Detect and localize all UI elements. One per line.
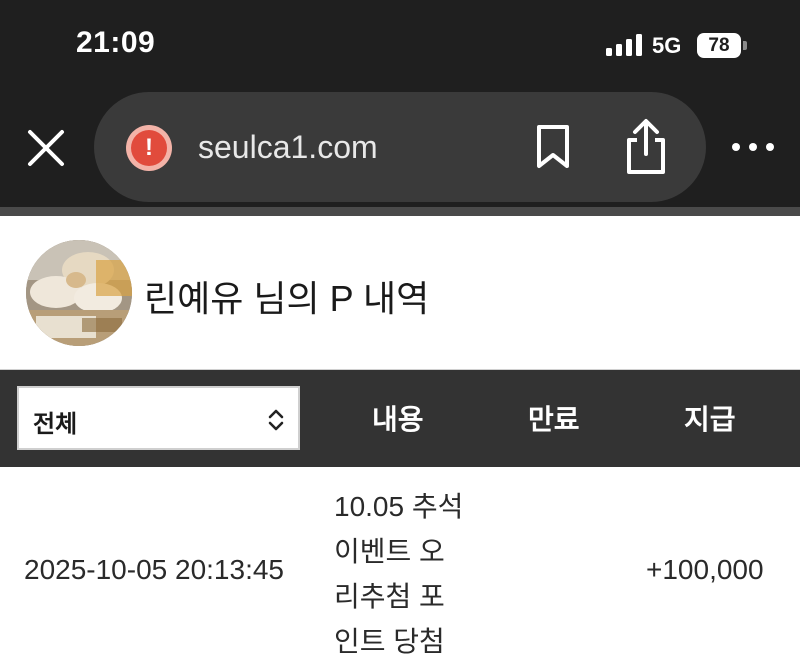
page-title: 린예유 님의 P 내역	[144, 278, 430, 319]
row-description-line: 이벤트 오	[334, 536, 445, 567]
filter-selected-value: 전체	[33, 411, 78, 438]
row-description-line: 리추첨 포	[334, 581, 445, 612]
column-header-expiry: 만료	[528, 404, 580, 435]
filter-select[interactable]: 전체	[17, 386, 300, 450]
row-date: 2025-10-05 20:13:45	[24, 554, 284, 585]
chrome-divider	[0, 207, 800, 216]
address-bar[interactable]	[94, 92, 706, 202]
column-header-amount: 지급	[684, 404, 736, 435]
share-icon	[627, 119, 665, 174]
chevron-updown-icon	[268, 409, 284, 431]
close-icon	[28, 130, 64, 166]
column-header-content: 내용	[372, 404, 424, 435]
row-amount: +100,000	[646, 554, 764, 585]
more-button[interactable]	[732, 140, 774, 154]
share-button[interactable]	[622, 118, 670, 176]
url-text[interactable]: seulca1.com	[198, 129, 378, 166]
signal-icon	[606, 34, 644, 56]
avatar	[26, 240, 132, 346]
browser-chrome: 21:09 5G 78 ! seulca1.com	[0, 0, 800, 207]
status-time: 21:09	[76, 26, 156, 59]
row-description: 10.05 추석 이벤트 오 리추첨 포 인트 당첨	[334, 484, 494, 658]
network-type: 5G	[652, 33, 682, 58]
avatar-image	[26, 240, 132, 346]
row-description-line: 10.05 추석	[334, 491, 464, 522]
bookmark-icon	[537, 125, 569, 168]
battery-tip	[743, 41, 747, 50]
bookmark-button[interactable]	[534, 124, 572, 170]
close-button[interactable]	[24, 126, 68, 170]
warning-icon[interactable]: !	[126, 125, 172, 171]
battery-icon: 78	[697, 33, 741, 58]
row-description-line: 인트 당첨	[334, 626, 445, 657]
